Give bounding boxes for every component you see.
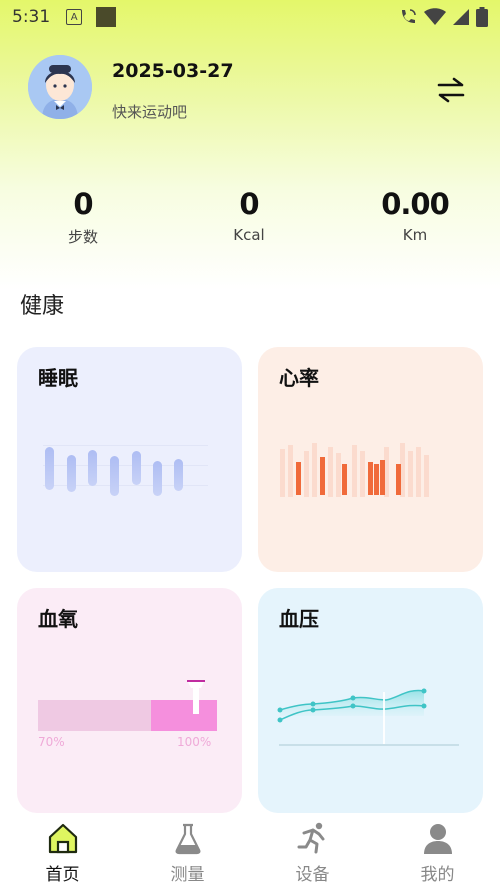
nav-label: 我的 — [420, 865, 455, 885]
profile-date: 2025-03-27 — [112, 60, 234, 82]
wifi-call-icon — [402, 9, 416, 23]
nav-label: 设备 — [295, 865, 330, 885]
switch-arrows-icon[interactable] — [436, 76, 466, 104]
status-time: 5:31 — [12, 7, 51, 27]
stat-steps: 0 步数 — [23, 186, 143, 247]
blood-pressure-card[interactable]: 血压 — [258, 588, 483, 813]
avatar-image — [28, 55, 92, 119]
stat-calories: 0 Kcal — [189, 186, 309, 244]
stat-value: 0 — [73, 187, 93, 221]
signal-icon — [453, 9, 469, 25]
oxygen-max-label: 100% — [177, 735, 212, 749]
stat-label: Km — [402, 226, 428, 244]
heart-rate-card-title: 心率 — [279, 366, 319, 390]
bottom-nav: 首页 测量 设备 我的 — [0, 815, 500, 888]
oxygen-min-label: 70% — [38, 735, 65, 749]
stat-label: Kcal — [233, 226, 265, 244]
home-icon — [48, 823, 78, 854]
blood-oxygen-card-title: 血氧 — [38, 607, 78, 631]
user-icon — [424, 824, 452, 854]
wifi-icon — [424, 8, 446, 25]
notification-app-icon — [96, 7, 117, 27]
stat-label: 步数 — [67, 228, 98, 246]
section-title-health: 健康 — [20, 294, 65, 319]
nav-item-device[interactable]: 设备 — [250, 815, 375, 888]
blood-oxygen-card[interactable]: 血氧 70% 100% — [17, 588, 242, 813]
nav-label: 首页 — [45, 865, 80, 885]
battery-icon — [476, 7, 488, 27]
profile-slogan: 快来运动吧 — [112, 103, 188, 121]
stat-value: 0 — [239, 187, 259, 221]
status-bar: 5:31 A — [0, 0, 500, 34]
nav-item-home[interactable]: 首页 — [0, 815, 125, 888]
status-icons — [398, 7, 488, 27]
heart-rate-card[interactable]: 心率 — [258, 347, 483, 572]
nav-item-measure[interactable]: 测量 — [125, 815, 250, 888]
blood-pressure-card-title: 血压 — [279, 607, 319, 631]
sleep-card-title: 睡眠 — [38, 366, 78, 390]
nav-item-mine[interactable]: 我的 — [375, 815, 500, 888]
stat-value: 0.00 — [381, 187, 450, 221]
nav-label: 测量 — [170, 865, 205, 885]
flask-icon — [175, 823, 201, 855]
notification-a-icon: A — [66, 9, 83, 25]
avatar[interactable] — [28, 55, 92, 119]
running-person-icon — [297, 822, 325, 854]
stat-distance: 0.00 Km — [355, 186, 475, 244]
sleep-card[interactable]: 睡眠 — [17, 347, 242, 572]
